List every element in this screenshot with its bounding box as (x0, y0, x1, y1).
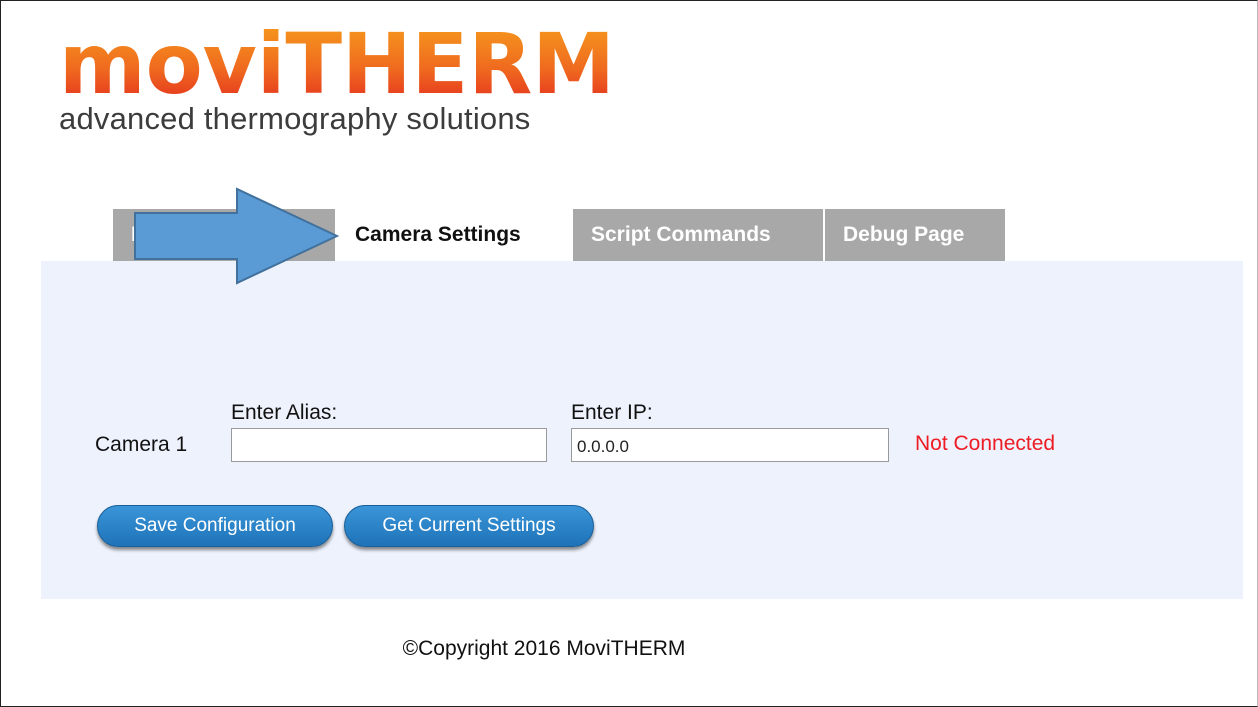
movitherm-logo: moviTHERM advanced thermography solution… (59, 23, 619, 143)
camera-label: Camera 1 (95, 433, 188, 456)
connection-status: Not Connected (915, 432, 1056, 455)
logo-text: moviTHERM (59, 23, 615, 101)
alias-label: Enter Alias: (231, 401, 338, 424)
tab-camera-settings[interactable]: Camera Settings (337, 209, 571, 261)
logo-tagline: advanced thermography solutions (59, 101, 531, 136)
ip-label: Enter IP: (571, 401, 653, 424)
footer-copyright: ©Copyright 2016 MoviTHERM (402, 637, 686, 660)
save-configuration-button[interactable]: Save Configuration (97, 505, 333, 547)
tab-debug-page[interactable]: Debug Page (825, 209, 1005, 261)
alias-input[interactable] (231, 428, 547, 462)
logo-wordmark: moviTHERM (59, 23, 615, 101)
tab-script-commands[interactable]: Script Commands (573, 209, 823, 261)
ip-input[interactable] (571, 428, 889, 462)
camera-settings-panel: Enter Alias: Enter IP: Camera 1 Not Conn… (41, 261, 1243, 599)
get-current-settings-button[interactable]: Get Current Settings (344, 505, 594, 547)
browser-page: moviTHERM advanced thermography solution… (0, 0, 1258, 707)
arrow-annotation (134, 187, 339, 285)
